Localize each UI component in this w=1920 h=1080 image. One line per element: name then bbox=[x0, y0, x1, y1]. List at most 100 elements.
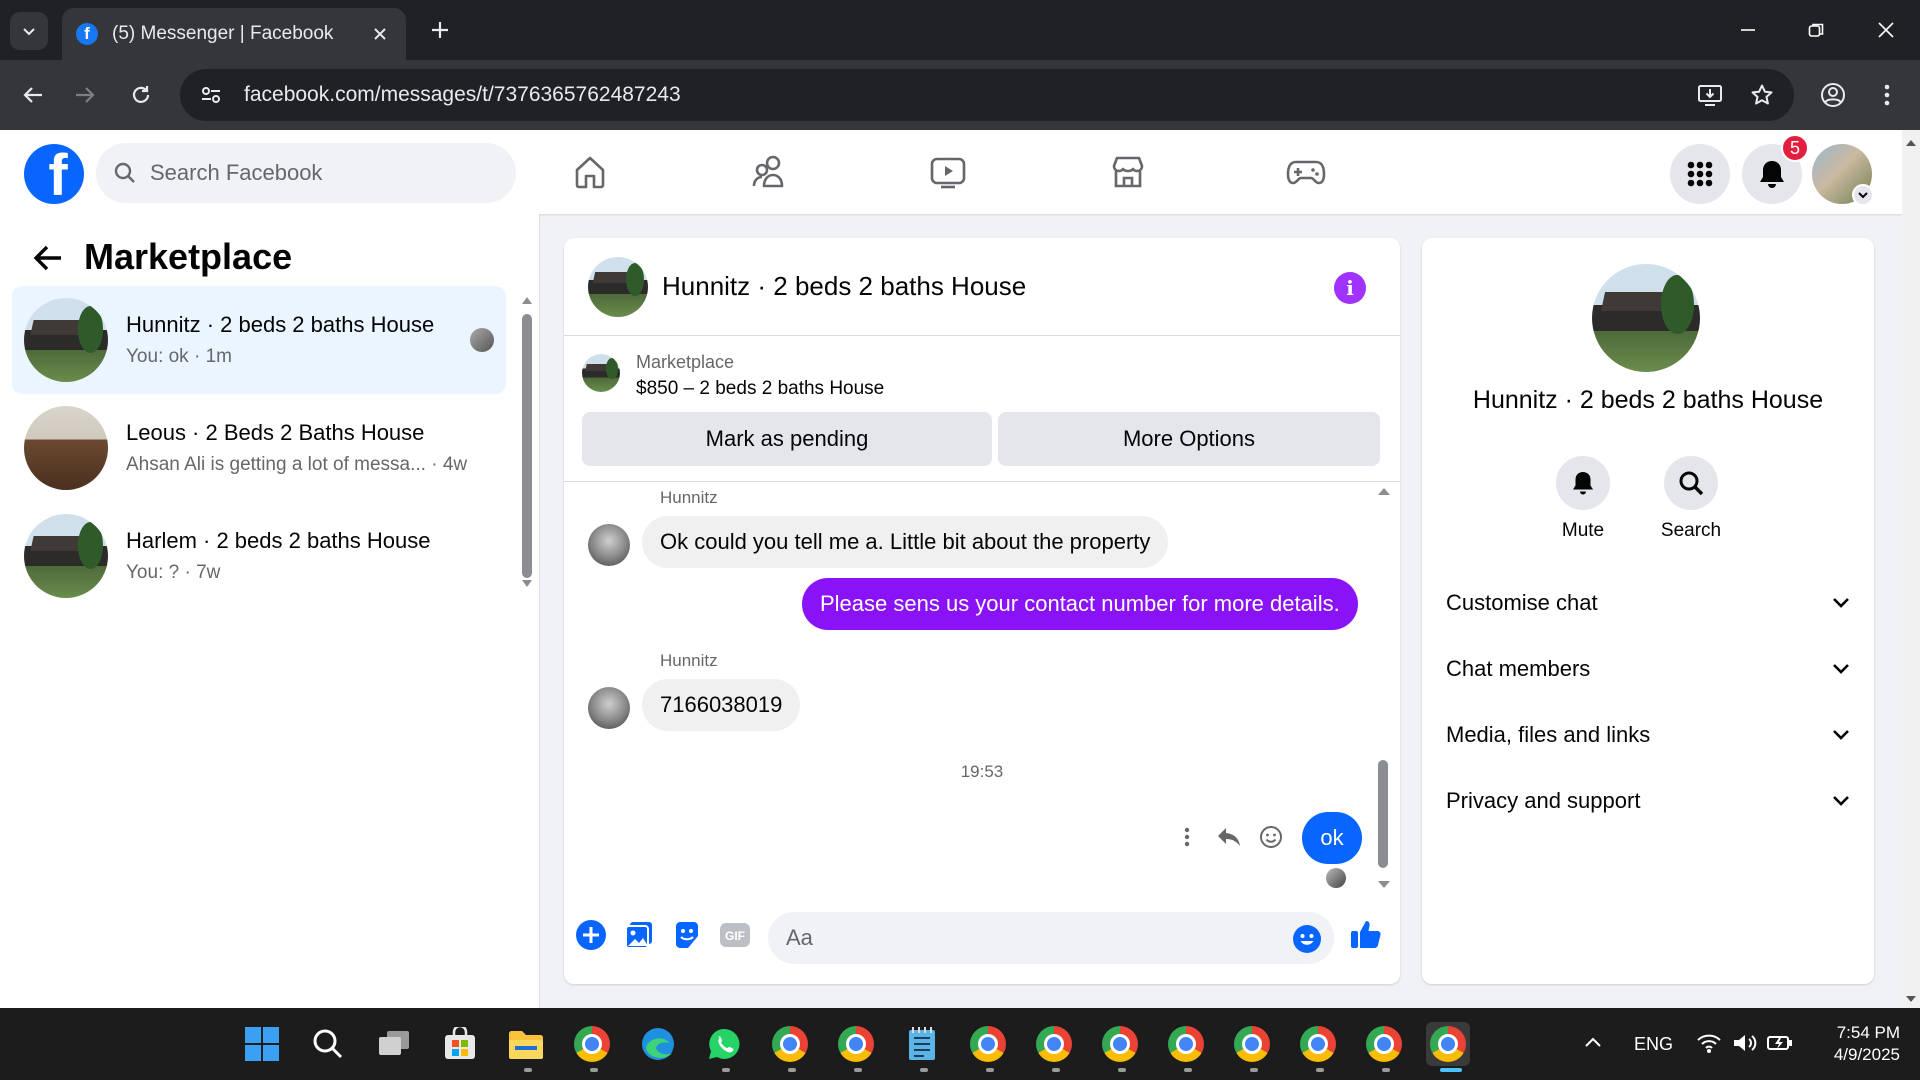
forward-arrow-icon[interactable] bbox=[66, 76, 104, 114]
back-arrow-icon[interactable] bbox=[30, 240, 66, 276]
wifi-icon[interactable] bbox=[1696, 1032, 1722, 1054]
tab-search-button[interactable] bbox=[10, 12, 48, 50]
system-clock[interactable]: 7:54 PM 4/9/2025 bbox=[1796, 1022, 1900, 1066]
message-bubble-incoming[interactable]: 7166038019 bbox=[642, 679, 801, 731]
facebook-search-input[interactable] bbox=[150, 160, 470, 186]
message-composer[interactable] bbox=[768, 912, 1334, 964]
task-view-icon[interactable] bbox=[372, 1022, 416, 1066]
message-timestamp: 19:53 bbox=[960, 762, 1004, 781]
message-input[interactable] bbox=[786, 925, 1246, 951]
like-thumbs-up-icon[interactable] bbox=[1346, 914, 1386, 954]
page-scrollbar[interactable] bbox=[1902, 130, 1920, 1008]
facebook-logo-icon[interactable]: f bbox=[24, 144, 84, 204]
message-bubble-outgoing[interactable]: Please sens us your contact number for m… bbox=[802, 578, 1358, 630]
battery-charging-icon[interactable] bbox=[1766, 1032, 1794, 1054]
privacy-support-section[interactable]: Privacy and support bbox=[1446, 776, 1850, 826]
chat-avatar[interactable] bbox=[588, 256, 648, 317]
menu-grid-icon[interactable] bbox=[1670, 144, 1730, 204]
gaming-icon[interactable] bbox=[1282, 150, 1330, 194]
account-chevron-down-icon[interactable] bbox=[1852, 184, 1874, 206]
video-icon[interactable] bbox=[924, 150, 972, 194]
close-window-icon[interactable] bbox=[1866, 14, 1906, 46]
marketplace-icon[interactable] bbox=[1104, 150, 1152, 194]
reply-icon[interactable] bbox=[1212, 820, 1246, 854]
back-arrow-icon[interactable] bbox=[14, 76, 52, 114]
notepad-icon[interactable] bbox=[900, 1022, 944, 1066]
url-text[interactable]: facebook.com/messages/t/7376365762487243 bbox=[244, 83, 1690, 107]
show-hidden-icons-chevron-up-icon[interactable] bbox=[1584, 1036, 1602, 1048]
list-scrollbar-thumb[interactable] bbox=[522, 314, 532, 578]
taskbar-search-icon[interactable] bbox=[306, 1022, 350, 1066]
browser-tab-active[interactable]: f (5) Messenger | Facebook bbox=[62, 8, 406, 60]
message-bubble-incoming[interactable]: Ok could you tell me a. Little bit about… bbox=[642, 516, 1169, 568]
chat-scrollbar-thumb[interactable] bbox=[1378, 760, 1388, 868]
listing-thumbnail[interactable] bbox=[582, 354, 620, 392]
site-settings-icon[interactable] bbox=[188, 75, 234, 115]
chrome-profile-icon[interactable] bbox=[768, 1022, 812, 1066]
conversation-item[interactable]: Harlem · 2 beds 2 baths House You: ? · 7… bbox=[12, 502, 506, 610]
message-bubble-outgoing[interactable]: ok bbox=[1302, 812, 1362, 864]
emoji-icon[interactable] bbox=[1292, 924, 1322, 954]
tab-close-icon[interactable] bbox=[368, 22, 392, 46]
more-actions-icon[interactable] bbox=[1170, 820, 1204, 854]
language-indicator[interactable]: ENG bbox=[1634, 1034, 1673, 1055]
friends-icon[interactable] bbox=[746, 150, 794, 194]
image-attach-icon[interactable] bbox=[622, 918, 656, 952]
chrome-icon[interactable] bbox=[570, 1022, 614, 1066]
profile-account-icon[interactable] bbox=[1814, 76, 1852, 114]
chrome-profile-icon[interactable] bbox=[1296, 1022, 1340, 1066]
chrome-profile-icon[interactable] bbox=[1164, 1022, 1208, 1066]
customise-chat-section[interactable]: Customise chat bbox=[1446, 578, 1850, 628]
facebook-search-box[interactable] bbox=[96, 143, 516, 203]
reload-icon[interactable] bbox=[122, 76, 160, 114]
new-tab-plus-icon[interactable] bbox=[424, 14, 456, 46]
mark-as-pending-button[interactable]: Mark as pending bbox=[582, 412, 992, 466]
scroll-up-arrow-icon[interactable] bbox=[1902, 134, 1920, 152]
sticker-icon[interactable] bbox=[670, 918, 704, 952]
chrome-profile-icon[interactable] bbox=[1362, 1022, 1406, 1066]
address-bar[interactable]: facebook.com/messages/t/7376365762487243 bbox=[180, 69, 1794, 121]
gif-icon[interactable]: GIF bbox=[718, 918, 752, 952]
plus-circle-icon[interactable] bbox=[574, 918, 608, 952]
chrome-profile-icon[interactable] bbox=[966, 1022, 1010, 1066]
file-explorer-icon[interactable] bbox=[504, 1022, 548, 1066]
mute-button[interactable]: Mute bbox=[1538, 456, 1628, 542]
more-options-button[interactable]: More Options bbox=[998, 412, 1380, 466]
restore-icon[interactable] bbox=[1796, 14, 1836, 46]
bookmark-star-icon[interactable] bbox=[1742, 75, 1782, 115]
chat-title[interactable]: Hunnitz · 2 beds 2 baths House bbox=[662, 271, 1026, 302]
edge-icon[interactable] bbox=[636, 1022, 680, 1066]
windows-start-icon[interactable] bbox=[240, 1022, 284, 1066]
minimize-icon[interactable] bbox=[1728, 14, 1768, 46]
chat-members-section[interactable]: Chat members bbox=[1446, 644, 1850, 694]
microsoft-store-icon[interactable] bbox=[438, 1022, 482, 1066]
chrome-profile-icon[interactable] bbox=[1230, 1022, 1274, 1066]
listing-price[interactable]: $850 – 2 beds 2 baths House bbox=[636, 378, 884, 400]
sender-avatar[interactable] bbox=[588, 524, 630, 566]
chrome-profile-active-icon[interactable] bbox=[1426, 1022, 1470, 1066]
sender-avatar[interactable] bbox=[588, 687, 630, 729]
react-emoji-icon[interactable] bbox=[1254, 820, 1288, 854]
whatsapp-icon[interactable] bbox=[702, 1022, 746, 1066]
conversation-item[interactable]: Hunnitz · 2 beds 2 baths House You: ok ·… bbox=[12, 286, 506, 394]
media-files-links-section[interactable]: Media, files and links bbox=[1446, 710, 1850, 760]
listing-thumbnail bbox=[24, 514, 108, 598]
chat-scroll-down-icon[interactable] bbox=[1376, 876, 1392, 892]
listing-avatar[interactable] bbox=[1592, 264, 1700, 372]
volume-icon[interactable] bbox=[1732, 1032, 1758, 1054]
browser-menu-icon[interactable] bbox=[1868, 76, 1906, 114]
chrome-profile-icon[interactable] bbox=[1032, 1022, 1076, 1066]
running-indicator bbox=[1316, 1068, 1324, 1072]
chrome-profile-icon[interactable] bbox=[834, 1022, 878, 1066]
chevron-down-icon bbox=[1833, 598, 1849, 608]
conversation-title: Hunnitz · 2 beds 2 baths House bbox=[126, 312, 435, 337]
scroll-down-arrow-icon[interactable] bbox=[1902, 990, 1920, 1008]
install-app-icon[interactable] bbox=[1690, 75, 1730, 115]
chat-scroll-up-icon[interactable] bbox=[1376, 484, 1392, 500]
search-in-chat-button[interactable]: Search bbox=[1646, 456, 1736, 542]
chrome-profile-icon[interactable] bbox=[1098, 1022, 1142, 1066]
home-icon[interactable] bbox=[566, 150, 614, 194]
search-label: Search bbox=[1660, 520, 1722, 541]
info-icon[interactable]: i bbox=[1334, 272, 1366, 304]
conversation-item[interactable]: Leous · 2 Beds 2 Baths House Ahsan Ali i… bbox=[12, 394, 506, 502]
